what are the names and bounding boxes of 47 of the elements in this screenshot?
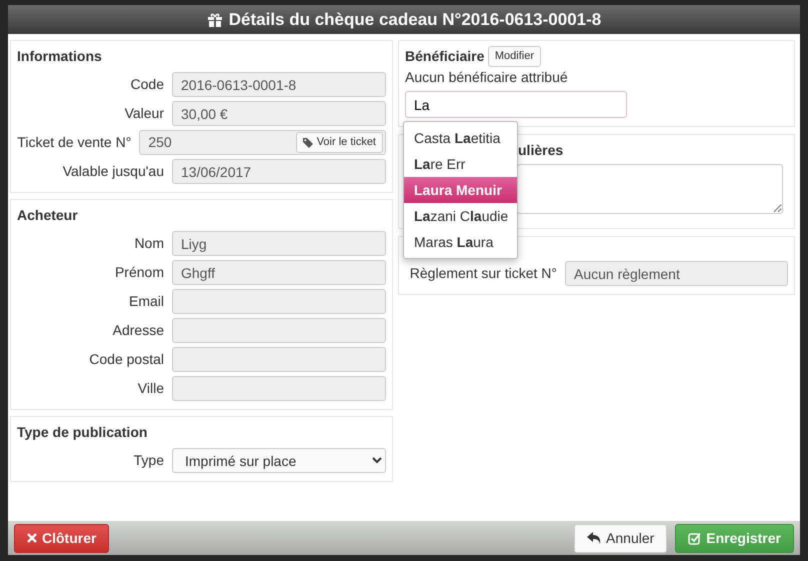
status-text: Aucun bénéficaire attribué	[405, 68, 569, 87]
field-label: Email	[128, 292, 165, 311]
reply-arrow-icon	[587, 532, 602, 544]
input-field[interactable]: 2016-0613-0001-8	[172, 72, 386, 97]
select-field[interactable]: Imprimé sur place	[172, 448, 386, 473]
field-label: Code	[130, 75, 165, 94]
input-field[interactable]: Liyg	[172, 231, 386, 256]
field-label: Nom	[133, 234, 165, 253]
suggestion-item[interactable]: Casta Laetitia	[404, 125, 517, 151]
gift-icon	[206, 12, 223, 28]
suggestion-item[interactable]: Lazani Claudie	[404, 203, 517, 229]
suggestion-item[interactable]: Lare Err	[404, 151, 517, 177]
section-heading: Informations	[17, 47, 103, 66]
field-label: Règlement sur ticket N°	[408, 264, 558, 283]
suggestion-item[interactable]: Maras Laura	[404, 229, 517, 255]
section-heading: Type de publication	[17, 423, 148, 442]
text-area[interactable]	[517, 164, 783, 214]
field-label: Prénom	[114, 263, 165, 282]
suggestion-item[interactable]: Laura Menuir	[404, 177, 517, 203]
section-heading: Acheteur	[17, 206, 79, 225]
field-label: Code postal	[88, 350, 165, 369]
check-square-icon	[688, 532, 702, 544]
section-heading: ulières	[518, 141, 564, 160]
input-field[interactable]: 30,00 €	[172, 101, 386, 126]
field-label: Type	[132, 451, 165, 470]
input-field[interactable]: Ghgff	[172, 260, 386, 285]
field-label: Ticket de vente N°	[17, 133, 132, 152]
input-field[interactable]	[172, 318, 386, 343]
field-label: Adresse	[112, 321, 165, 340]
close-button[interactable]: Clôturer	[14, 524, 110, 552]
ticket-icon	[302, 138, 313, 148]
field-label: Valable jusqu'au	[62, 162, 165, 181]
input-field[interactable]	[172, 289, 386, 314]
input-field[interactable]	[172, 376, 386, 401]
search-field[interactable]: La	[405, 91, 627, 118]
view-ticket-button[interactable]: Voir le ticket	[296, 132, 383, 153]
input-field[interactable]	[172, 347, 386, 372]
dialog-title: Détails du chèque cadeau N°2016-0613-0001-8	[228, 8, 602, 31]
input-field[interactable]: 250 Voir le ticket	[139, 130, 386, 155]
input-field[interactable]: 13/06/2017	[172, 159, 386, 184]
input-field[interactable]: Aucun règlement	[565, 261, 788, 286]
section-heading: Bénéficiaire	[405, 47, 484, 66]
close-icon	[27, 533, 37, 543]
field-label: Valeur	[124, 104, 165, 123]
field-label: Ville	[136, 379, 165, 398]
cancel-button[interactable]: Annuler	[574, 524, 668, 552]
edit-button[interactable]: Modifier	[488, 46, 541, 67]
